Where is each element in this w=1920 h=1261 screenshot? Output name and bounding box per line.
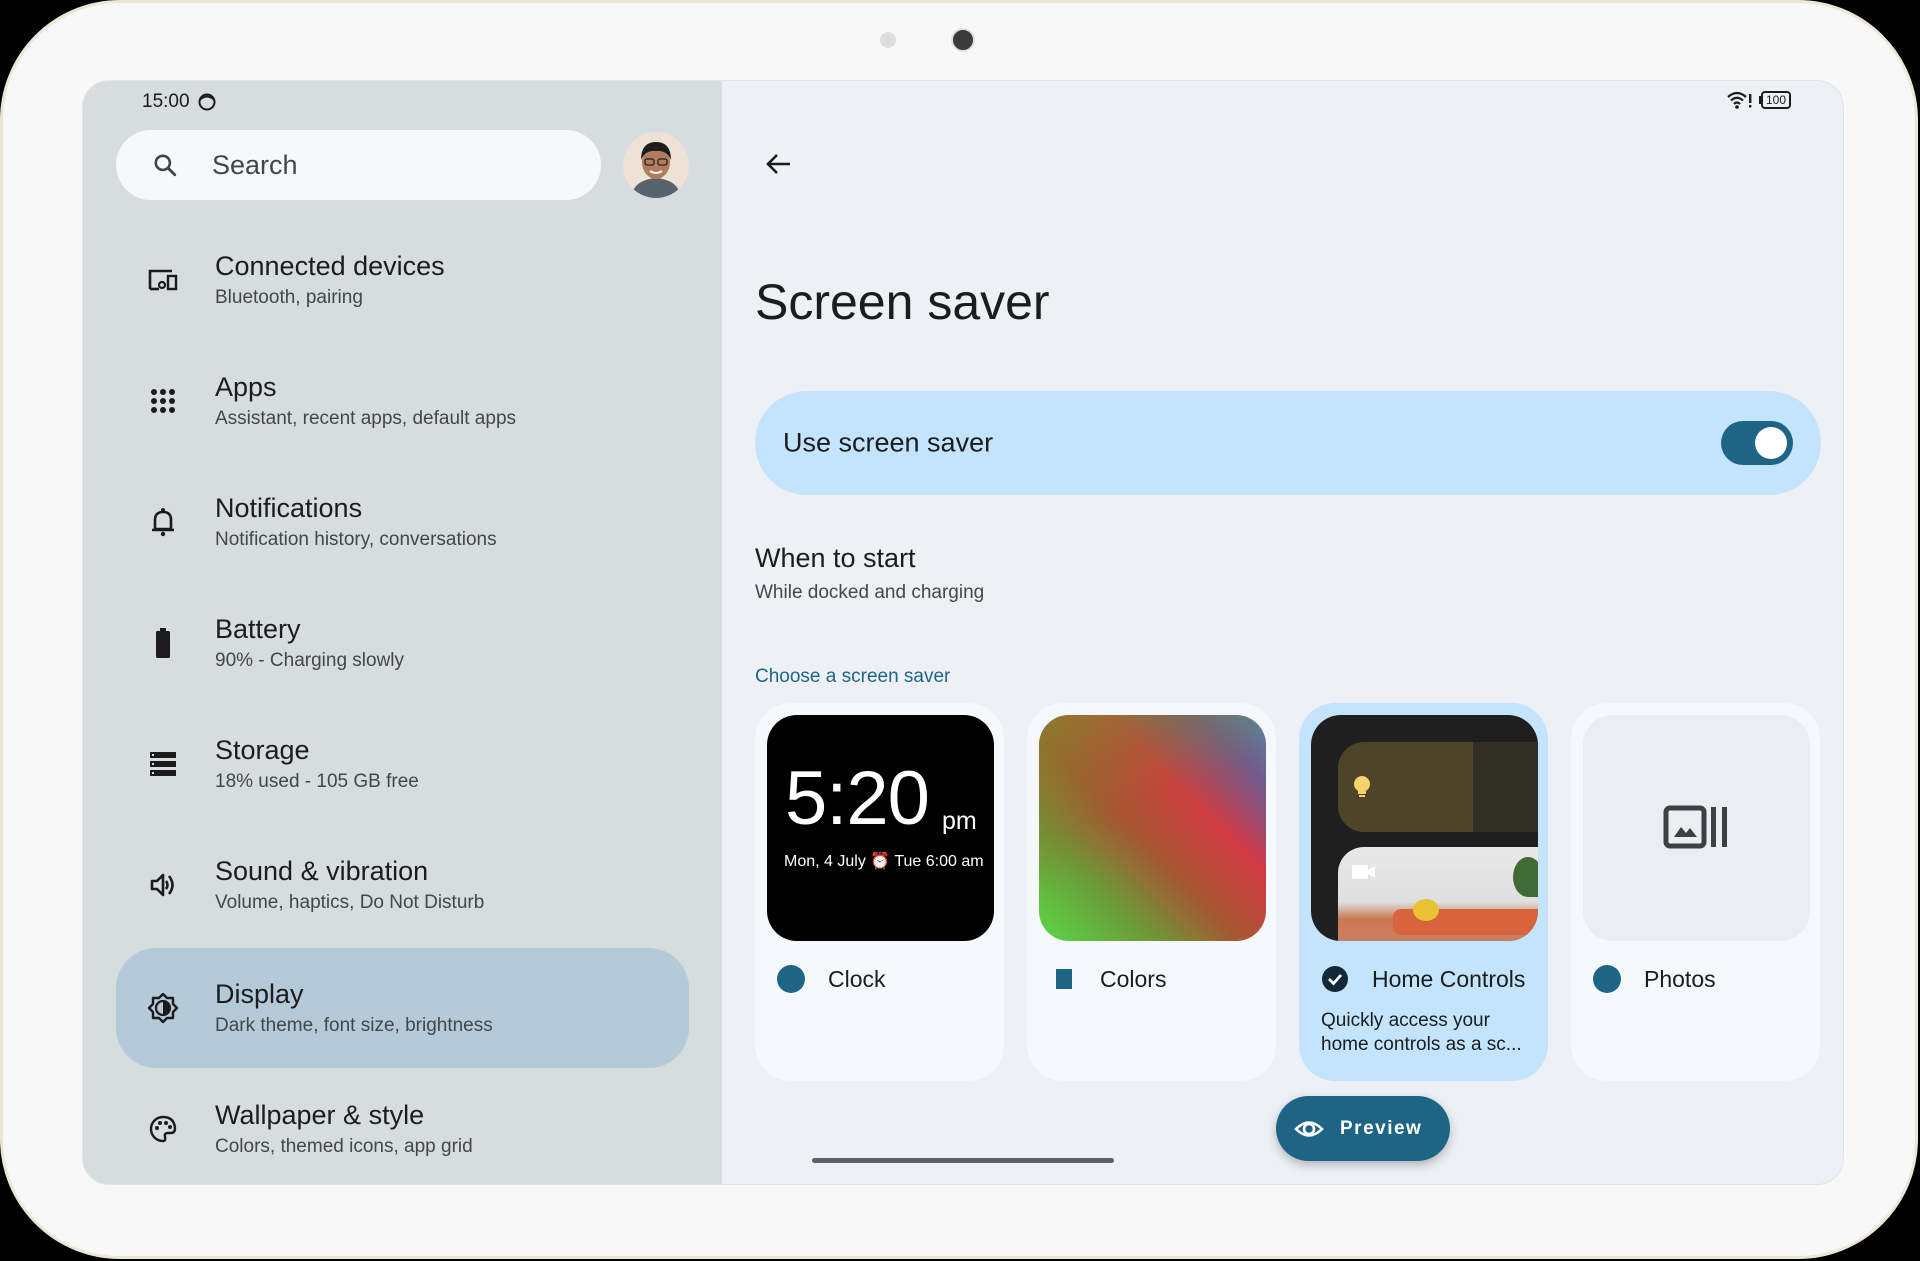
status-dot-icon (1593, 965, 1621, 993)
battery-indicator: 100 (1758, 91, 1791, 109)
video-camera-icon (1352, 865, 1375, 879)
item-title: Connected devices (215, 251, 445, 281)
when-to-start-value: While docked and charging (755, 582, 985, 603)
use-screen-saver-toggle[interactable] (1721, 421, 1793, 465)
lightbulb-icon (1354, 776, 1370, 797)
search-placeholder: Search (212, 149, 298, 180)
profile-avatar[interactable] (623, 132, 689, 198)
preview-date-line: Mon, 4 July ⏰ Tue 6:00 am (784, 851, 984, 871)
preview-date: Mon, 4 July (784, 853, 866, 870)
item-subtitle: Dark theme, font size, brightness (215, 1015, 493, 1036)
search-bar[interactable]: Search (116, 130, 601, 200)
status-bar-right: 100 (1727, 91, 1791, 109)
status-bar-left: 15:00 (142, 91, 216, 113)
option-name: Photos (1644, 966, 1716, 992)
option-description: Quickly access your home controls as a s… (1321, 1010, 1522, 1055)
sidebar-item-display[interactable]: Display Dark theme, font size, brightness (116, 948, 689, 1068)
avatar-photo (623, 132, 689, 198)
item-title: Sound & vibration (215, 856, 429, 886)
item-subtitle: 90% - Charging slowly (215, 650, 405, 671)
item-subtitle: Volume, haptics, Do Not Disturb (215, 892, 485, 913)
sidebar-item-sound[interactable]: Sound & vibration Volume, haptics, Do Not… (116, 825, 689, 945)
when-to-start-row[interactable]: When to start While docked and charging (755, 543, 984, 604)
screensaver-option-home-controls[interactable]: Home Controls Quickly access your home c… (1299, 703, 1548, 1081)
option-name: Colors (1100, 966, 1167, 992)
brightness-icon (146, 991, 180, 1025)
face-status-icon (198, 93, 216, 111)
photos-preview (1583, 715, 1810, 941)
light-tile-dim (1473, 742, 1538, 832)
apps-grid-icon (146, 384, 180, 418)
screensaver-option-photos[interactable]: Photos (1571, 703, 1820, 1081)
page-title: Screen saver (755, 274, 1050, 330)
preview-button[interactable]: Preview (1276, 1096, 1450, 1161)
item-subtitle: Notification history, conversations (215, 529, 497, 550)
choose-section-label: Choose a screen saver (755, 666, 951, 687)
eye-icon (1294, 1120, 1324, 1137)
when-to-start-title: When to start (755, 543, 916, 573)
gesture-nav-handle[interactable] (812, 1158, 1114, 1163)
sidebar-item-apps[interactable]: Apps Assistant, recent apps, default apps (116, 341, 689, 461)
palette-icon (146, 1112, 180, 1146)
sidebar-item-wallpaper[interactable]: Wallpaper & style Colors, themed icons, a… (116, 1069, 689, 1184)
front-camera (951, 28, 975, 52)
camera-feed-tile (1338, 847, 1538, 941)
wifi-alert-icon (1727, 91, 1752, 109)
home-controls-preview (1311, 715, 1538, 941)
battery-icon (146, 626, 180, 660)
devices-icon (146, 263, 180, 297)
search-icon (154, 154, 177, 177)
use-screen-saver-label: Use screen saver (783, 427, 994, 458)
item-title: Wallpaper & style (215, 1100, 425, 1130)
storage-icon (146, 747, 180, 781)
preview-button-label: Preview (1340, 1117, 1423, 1139)
item-subtitle: Assistant, recent apps, default apps (215, 408, 517, 429)
item-title: Apps (215, 372, 277, 402)
item-subtitle: Bluetooth, pairing (215, 287, 363, 308)
yellow-pillow (1413, 899, 1439, 921)
option-name: Home Controls (1372, 966, 1526, 992)
checkmark-circle-icon (1322, 966, 1348, 992)
item-subtitle: 18% used - 105 GB free (215, 771, 419, 792)
sidebar-item-battery[interactable]: Battery 90% - Charging slowly (116, 583, 689, 703)
photo-album-icon (1663, 805, 1727, 849)
item-title: Display (215, 979, 304, 1009)
toggle-knob (1755, 427, 1787, 459)
sidebar-item-storage[interactable]: Storage 18% used - 105 GB free (116, 704, 689, 824)
tablet-frame: 15:00 Search Connected devices Bluetooth… (0, 0, 1918, 1259)
light-sensor (880, 32, 896, 48)
square-status-icon (1056, 969, 1072, 989)
preview-time: 5:20 (785, 756, 930, 841)
screen: 15:00 Search Connected devices Bluetooth… (83, 81, 1843, 1184)
clock-preview: 5:20 pm Mon, 4 July ⏰ Tue 6:00 am (767, 715, 994, 941)
preview-ampm: pm (942, 807, 977, 835)
battery-level: 100 (1760, 91, 1791, 109)
bell-icon (146, 505, 180, 539)
status-time: 15:00 (142, 91, 190, 112)
sidebar-item-connected-devices[interactable]: Connected devices Bluetooth, pairing (116, 220, 689, 340)
alarm-icon: ⏰ (870, 853, 891, 870)
screensaver-option-clock[interactable]: 5:20 pm Mon, 4 July ⏰ Tue 6:00 am Clock (755, 703, 1004, 1081)
screensaver-option-colors[interactable]: Colors (1027, 703, 1276, 1081)
screen-saver-page: 100 Screen saver Use screen saver When t… (722, 81, 1843, 1184)
item-subtitle: Colors, themed icons, app grid (215, 1136, 473, 1157)
volume-icon (146, 868, 180, 902)
settings-sidebar: 15:00 Search Connected devices Bluetooth… (83, 81, 722, 1184)
item-title: Storage (215, 735, 310, 765)
plant (1513, 857, 1538, 897)
sidebar-item-notifications[interactable]: Notifications Notification history, conve… (116, 462, 689, 582)
status-dot-icon (777, 965, 805, 993)
preview-alarm: Tue 6:00 am (894, 853, 984, 870)
option-name: Clock (828, 966, 886, 992)
back-arrow-icon[interactable] (762, 147, 796, 181)
item-title: Battery (215, 614, 301, 644)
item-title: Notifications (215, 493, 363, 523)
use-screen-saver-row[interactable]: Use screen saver (755, 391, 1821, 495)
colors-preview (1039, 715, 1266, 941)
